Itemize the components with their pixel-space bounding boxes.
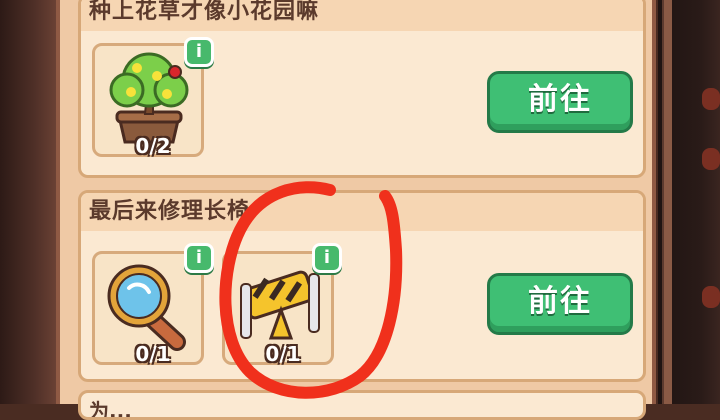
quest-title: 最后来修理长椅 — [81, 193, 643, 231]
frame-knob — [702, 88, 720, 110]
left-frame — [0, 0, 56, 404]
item-count: 0/2 — [135, 134, 171, 158]
frame-edge — [662, 0, 672, 404]
quest-title: 种上花草才像小花园嘛 — [81, 0, 643, 31]
info-icon[interactable]: i — [184, 243, 214, 273]
quest-card: 种上花草才像小花园嘛 0/2 i 前往 — [78, 0, 646, 178]
quest-title-partial: 为... — [89, 399, 132, 420]
quest-card-partial: 为... — [78, 390, 646, 420]
item-count: 0/1 — [135, 342, 171, 366]
go-button[interactable]: 前往 — [487, 71, 633, 133]
item-count: 0/1 — [265, 342, 301, 366]
info-icon[interactable]: i — [312, 243, 342, 273]
frame-knob — [702, 286, 720, 308]
quest-card: 最后来修理长椅 0/1 i 0/1 i 前往 — [78, 190, 646, 382]
right-frame — [658, 0, 720, 404]
frame-knob — [702, 148, 720, 170]
go-button[interactable]: 前往 — [487, 273, 633, 335]
info-icon[interactable]: i — [184, 37, 214, 67]
